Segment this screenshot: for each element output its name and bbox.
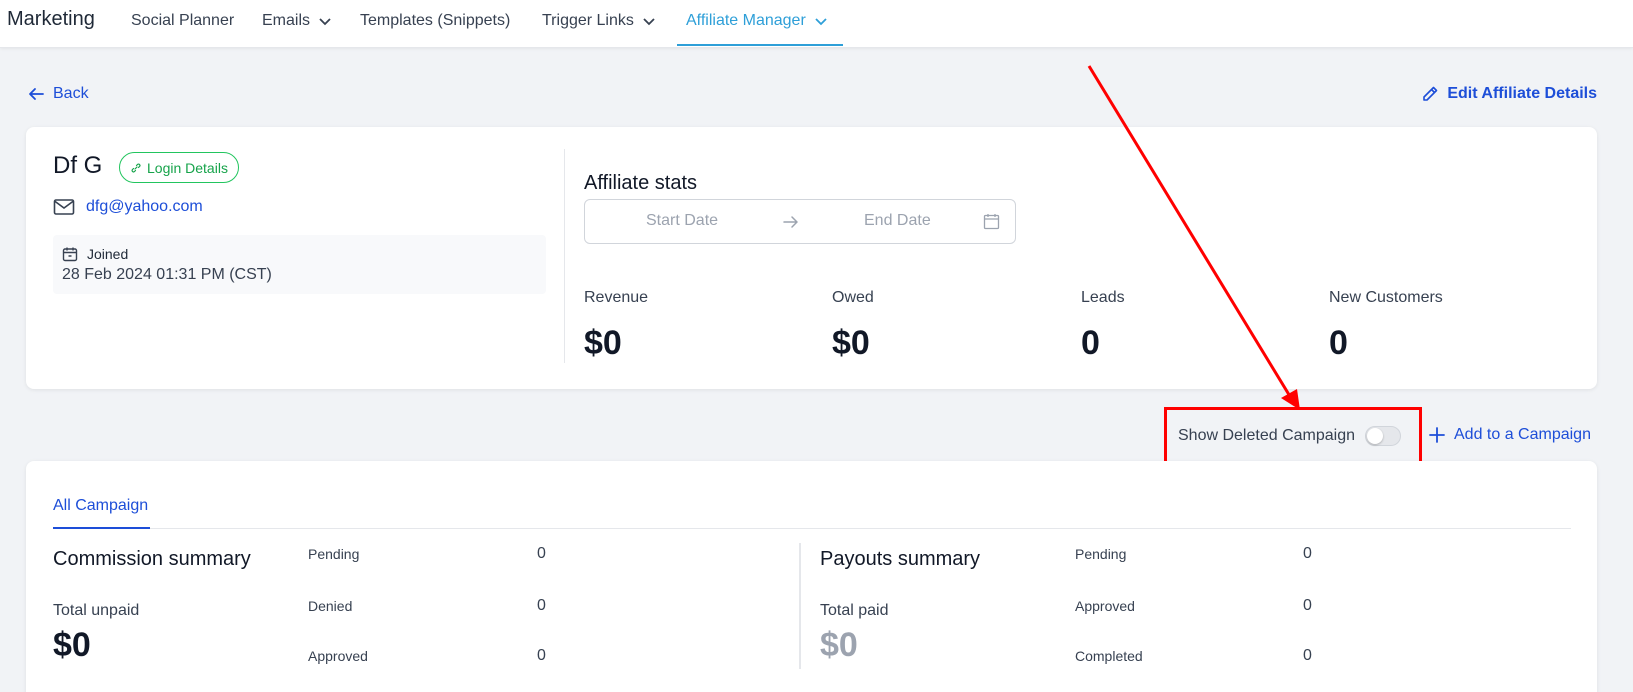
total-unpaid-label: Total unpaid	[53, 602, 140, 619]
payouts-completed-label: Completed	[1075, 648, 1143, 664]
stat-new-customers-value: 0	[1329, 324, 1348, 362]
arrow-left-icon	[29, 88, 44, 100]
edit-label: Edit Affiliate Details	[1447, 85, 1597, 102]
nav-social-planner[interactable]: Social Planner	[131, 12, 234, 30]
brand-title: Marketing	[7, 8, 95, 30]
payouts-pending-label: Pending	[1075, 546, 1127, 562]
joined-date: 28 Feb 2024 01:31 PM (CST)	[62, 266, 272, 283]
calendar-icon	[983, 214, 1000, 230]
commission-approved-value: 0	[537, 647, 546, 664]
joined-label: Joined	[87, 246, 129, 262]
nav-label: Social Planner	[131, 12, 235, 29]
commission-pending-label: Pending	[308, 546, 360, 562]
email-row: dfg@yahoo.com	[53, 198, 203, 216]
nav-emails[interactable]: Emails	[262, 12, 332, 30]
plus-icon	[1429, 427, 1445, 443]
commission-approved-label: Approved	[308, 648, 368, 664]
active-nav-indicator	[677, 44, 843, 46]
pencil-icon	[1423, 86, 1438, 101]
chevron-down-icon	[319, 18, 331, 26]
commission-denied-label: Denied	[308, 598, 353, 614]
total-unpaid-value: $0	[53, 626, 91, 664]
nav-affiliate-manager[interactable]: Affiliate Manager	[686, 12, 828, 30]
affiliate-email-link[interactable]: dfg@yahoo.com	[86, 198, 203, 216]
date-range-picker[interactable]: Start Date End Date	[584, 199, 1016, 244]
affiliate-name: Df G	[53, 152, 103, 179]
stat-leads-value: 0	[1081, 324, 1100, 362]
stat-revenue-label: Revenue	[584, 289, 649, 306]
start-date-input[interactable]: Start Date	[646, 212, 718, 230]
commission-pending-value: 0	[537, 545, 546, 562]
payouts-pending-value: 0	[1303, 545, 1312, 562]
tab-all-campaign[interactable]: All Campaign	[53, 497, 148, 515]
top-navigation: Marketing Social Planner Emails Template…	[0, 0, 1633, 48]
payouts-approved-value: 0	[1303, 597, 1312, 614]
payouts-approved-label: Approved	[1075, 598, 1135, 614]
login-details-badge[interactable]: Login Details	[119, 152, 239, 183]
campaigns-card: All Campaign Commission summary Total un…	[26, 461, 1597, 692]
affiliate-stats-title: Affiliate stats	[584, 172, 698, 194]
nav-templates[interactable]: Templates (Snippets)	[360, 12, 510, 30]
mail-icon	[53, 199, 75, 215]
commission-summary-title: Commission summary	[53, 548, 251, 570]
payouts-summary-title: Payouts summary	[820, 548, 981, 570]
divider	[564, 149, 565, 363]
add-to-campaign-link[interactable]: Add to a Campaign	[1428, 426, 1591, 444]
joined-info: Joined 28 Feb 2024 01:31 PM (CST)	[53, 235, 546, 294]
chevron-down-icon	[815, 18, 827, 26]
link-icon	[131, 163, 141, 172]
divider	[799, 543, 801, 669]
arrow-right-icon	[783, 216, 798, 228]
affiliate-card: Df G Login Details dfg@yahoo.com Joined …	[26, 127, 1597, 389]
stat-owed-value: $0	[832, 324, 870, 362]
stat-leads-label: Leads	[1081, 289, 1125, 306]
total-paid-label: Total paid	[820, 602, 889, 619]
nav-label: Trigger Links	[542, 12, 634, 29]
stat-revenue-value: $0	[584, 324, 622, 362]
back-label: Back	[53, 85, 89, 102]
login-badge-label: Login Details	[147, 159, 228, 176]
nav-label: Affiliate Manager	[686, 12, 806, 29]
payouts-completed-value: 0	[1303, 647, 1312, 664]
active-tab-indicator	[53, 527, 150, 529]
stat-new-customers-label: New Customers	[1329, 289, 1443, 306]
total-paid-value: $0	[820, 626, 858, 664]
chevron-down-icon	[643, 18, 655, 26]
end-date-input[interactable]: End Date	[864, 212, 931, 230]
stat-owed-label: Owed	[832, 289, 874, 306]
calendar-icon	[62, 247, 78, 262]
commission-denied-value: 0	[537, 597, 546, 614]
add-campaign-label: Add to a Campaign	[1454, 426, 1591, 443]
joined-label-row: Joined	[62, 246, 128, 262]
nav-label: Templates (Snippets)	[360, 12, 511, 29]
nav-trigger-links[interactable]: Trigger Links	[542, 12, 656, 30]
nav-label: Emails	[262, 12, 311, 29]
edit-affiliate-details-link[interactable]: Edit Affiliate Details	[1421, 85, 1597, 103]
back-link[interactable]: Back	[27, 85, 89, 103]
tabs-baseline	[53, 528, 1571, 529]
